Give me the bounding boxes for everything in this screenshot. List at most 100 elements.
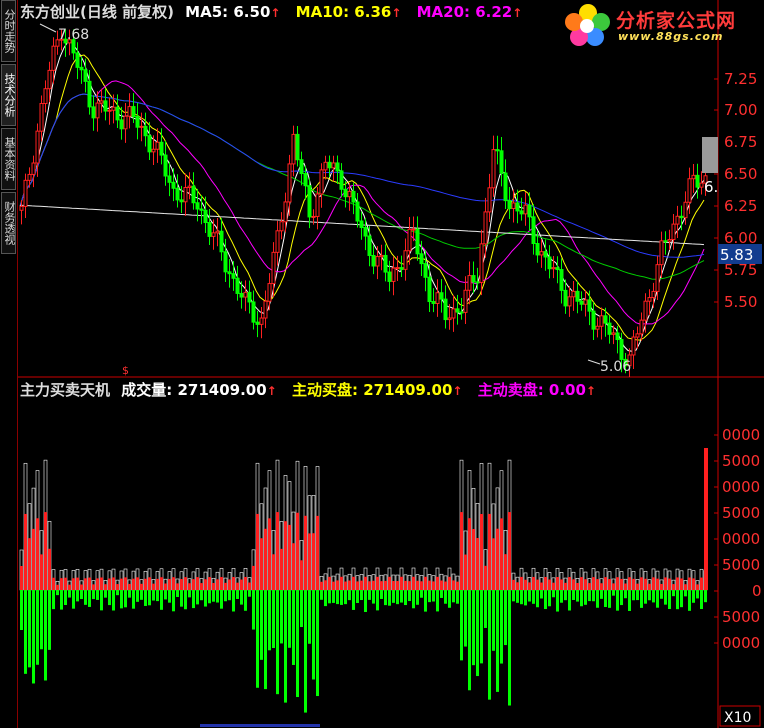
volume-bar-buy <box>620 578 623 590</box>
volume-bar-buy <box>144 578 147 590</box>
volume-bar-buy <box>336 580 339 590</box>
volume-bar-sell <box>24 590 27 674</box>
candle-body <box>47 69 52 90</box>
candle-body <box>351 190 356 203</box>
volume-bar-sell <box>104 590 107 598</box>
candle-body <box>635 333 640 338</box>
candle-body <box>103 100 108 112</box>
volume-bar-sell <box>448 590 451 608</box>
volume-bar-sell <box>184 590 187 610</box>
volume-bar-buy <box>520 576 523 590</box>
volume-bar-buy <box>480 514 483 590</box>
volume-bar-sell <box>360 590 363 601</box>
volume-bar-buy <box>48 548 51 590</box>
chart-canvas[interactable]: 7.25 7.00 6.75 6.50 6.25 6.00 5.75 5.50 … <box>0 0 764 728</box>
candle-body <box>51 45 56 71</box>
volume-bar-sell <box>392 590 395 603</box>
candle-body <box>359 220 364 229</box>
volume-bar-sell <box>592 590 595 602</box>
candle-body <box>219 230 224 253</box>
volume-bar-sell <box>152 590 155 601</box>
candle-body <box>191 185 196 204</box>
volume-bar-sell <box>584 590 587 605</box>
volume-bar-sell <box>672 590 675 597</box>
volume-bar-buy <box>248 582 251 590</box>
candle-body <box>519 210 524 215</box>
volume-bar-buy <box>476 537 479 590</box>
candle-body <box>295 133 300 161</box>
candle-body <box>559 269 564 291</box>
candle-body <box>79 66 84 71</box>
volume-bar-buy <box>344 581 347 590</box>
candle-body <box>607 322 612 335</box>
volume-bar-sell <box>284 590 287 703</box>
volume-bar-buy <box>44 512 47 590</box>
candle-body <box>643 300 648 321</box>
candle-body <box>567 296 572 307</box>
volume-bar-buy <box>648 583 651 590</box>
volume-bar-sell <box>72 590 75 609</box>
candle-body <box>659 240 664 266</box>
volume-bar-sell <box>44 590 47 681</box>
volume-bar-buy <box>36 518 39 590</box>
candle-body <box>499 150 504 174</box>
candle-body <box>215 230 220 234</box>
volume-bar-sell <box>636 590 639 601</box>
candle-body <box>391 267 396 282</box>
candle-body <box>323 161 328 171</box>
volume-bar-buy <box>644 578 647 590</box>
volume-bar-sell <box>632 590 635 601</box>
candle-body <box>619 339 624 360</box>
volume-bar-buy <box>84 578 87 590</box>
volume-bar-buy <box>184 577 187 590</box>
volume-bar-buy <box>216 579 219 590</box>
candle-body <box>587 299 592 312</box>
candle-body <box>471 275 476 283</box>
candle-body <box>195 202 200 210</box>
volume-bar-buy <box>68 584 71 590</box>
candle-body <box>419 253 424 265</box>
volume-bar-sell <box>556 590 559 612</box>
volume-bar-buy <box>340 576 343 590</box>
candle-body <box>403 250 408 270</box>
volume-bar-sell <box>136 590 139 602</box>
volume-bar-buy <box>588 583 591 590</box>
volume-bar-buy <box>376 576 379 590</box>
candle-body <box>143 125 148 137</box>
volume-bar-sell <box>292 590 295 665</box>
price-tick-label: 6.25 <box>724 197 757 215</box>
volume-bar-buy <box>284 521 287 590</box>
candle-body <box>127 106 132 117</box>
volume-bar-sell <box>216 590 219 603</box>
volume-bar-buy <box>392 581 395 590</box>
candle-body <box>163 154 168 177</box>
volume-bar-sell <box>544 590 547 610</box>
volume-bar-buy <box>608 579 611 590</box>
candle-body <box>135 116 140 128</box>
volume-bar-sell <box>248 590 251 597</box>
volume-bar-buy <box>460 512 463 590</box>
volume-axis: 0000 5000 0000 5000 0000 5000 0 5000 000… <box>722 426 762 652</box>
volume-bar-buy <box>380 581 383 590</box>
volume-bar-buy <box>192 579 195 590</box>
volume-bar-buy <box>688 577 691 590</box>
volume-bar-buy <box>76 577 79 590</box>
volume-bar-buy <box>408 581 411 590</box>
horizontal-scrollbar[interactable] <box>200 724 320 727</box>
candle-body <box>355 201 360 222</box>
volume-bar-buy <box>32 528 35 590</box>
candle-body <box>459 311 464 314</box>
volume-bar-buy <box>508 512 511 590</box>
volume-bar-buy <box>580 577 583 590</box>
volume-bar-buy <box>436 576 439 590</box>
candle-body <box>447 317 452 321</box>
volume-bar-sell <box>348 590 351 601</box>
volume-bar-buy <box>604 577 607 590</box>
volume-bar-sell <box>460 590 463 661</box>
volume-bar-sell <box>436 590 439 612</box>
price-scroll-handle[interactable] <box>702 137 718 173</box>
candle-body <box>671 223 676 241</box>
volume-bar-buy <box>288 524 291 590</box>
moving-average-lines <box>19 41 705 352</box>
candle-body <box>491 149 496 189</box>
